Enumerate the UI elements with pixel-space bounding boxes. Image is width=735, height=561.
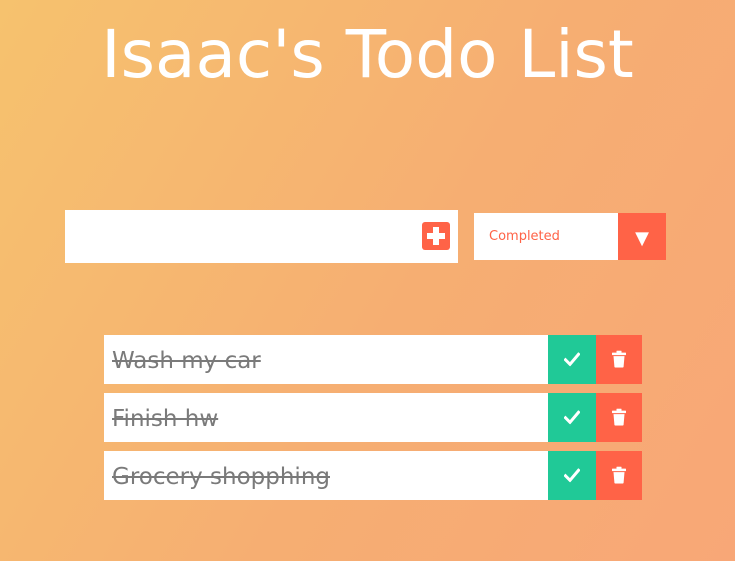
- check-icon: [564, 409, 580, 424]
- trash-icon: [612, 408, 626, 426]
- todo-text: Finish hw: [112, 406, 219, 432]
- trash-button[interactable]: [596, 393, 642, 442]
- caret-down-icon[interactable]: ▼: [618, 213, 666, 260]
- trash-button[interactable]: [596, 335, 642, 384]
- todo-item: Wash my car: [104, 335, 642, 384]
- add-todo-button[interactable]: [422, 222, 450, 250]
- todo-item: Finish hw: [104, 393, 642, 442]
- check-icon: [564, 467, 580, 482]
- todo-item: Grocery shopphing: [104, 451, 642, 500]
- todo-text: Wash my car: [112, 348, 261, 374]
- trash-icon: [612, 466, 626, 484]
- filter-selected-value: Completed: [489, 229, 560, 244]
- trash-icon: [612, 350, 626, 368]
- complete-button[interactable]: [548, 451, 596, 500]
- todo-form: [65, 210, 458, 263]
- todo-input[interactable]: [65, 210, 415, 263]
- todo-text: Grocery shopphing: [112, 464, 330, 490]
- trash-button[interactable]: [596, 451, 642, 500]
- page-title: Isaac's Todo List: [101, 16, 634, 93]
- todo-list: Wash my car Finish hw Grocery shopphing: [104, 335, 642, 509]
- complete-button[interactable]: [548, 393, 596, 442]
- complete-button[interactable]: [548, 335, 596, 384]
- filter-select[interactable]: Completed ▼: [474, 213, 666, 260]
- check-icon: [564, 351, 580, 366]
